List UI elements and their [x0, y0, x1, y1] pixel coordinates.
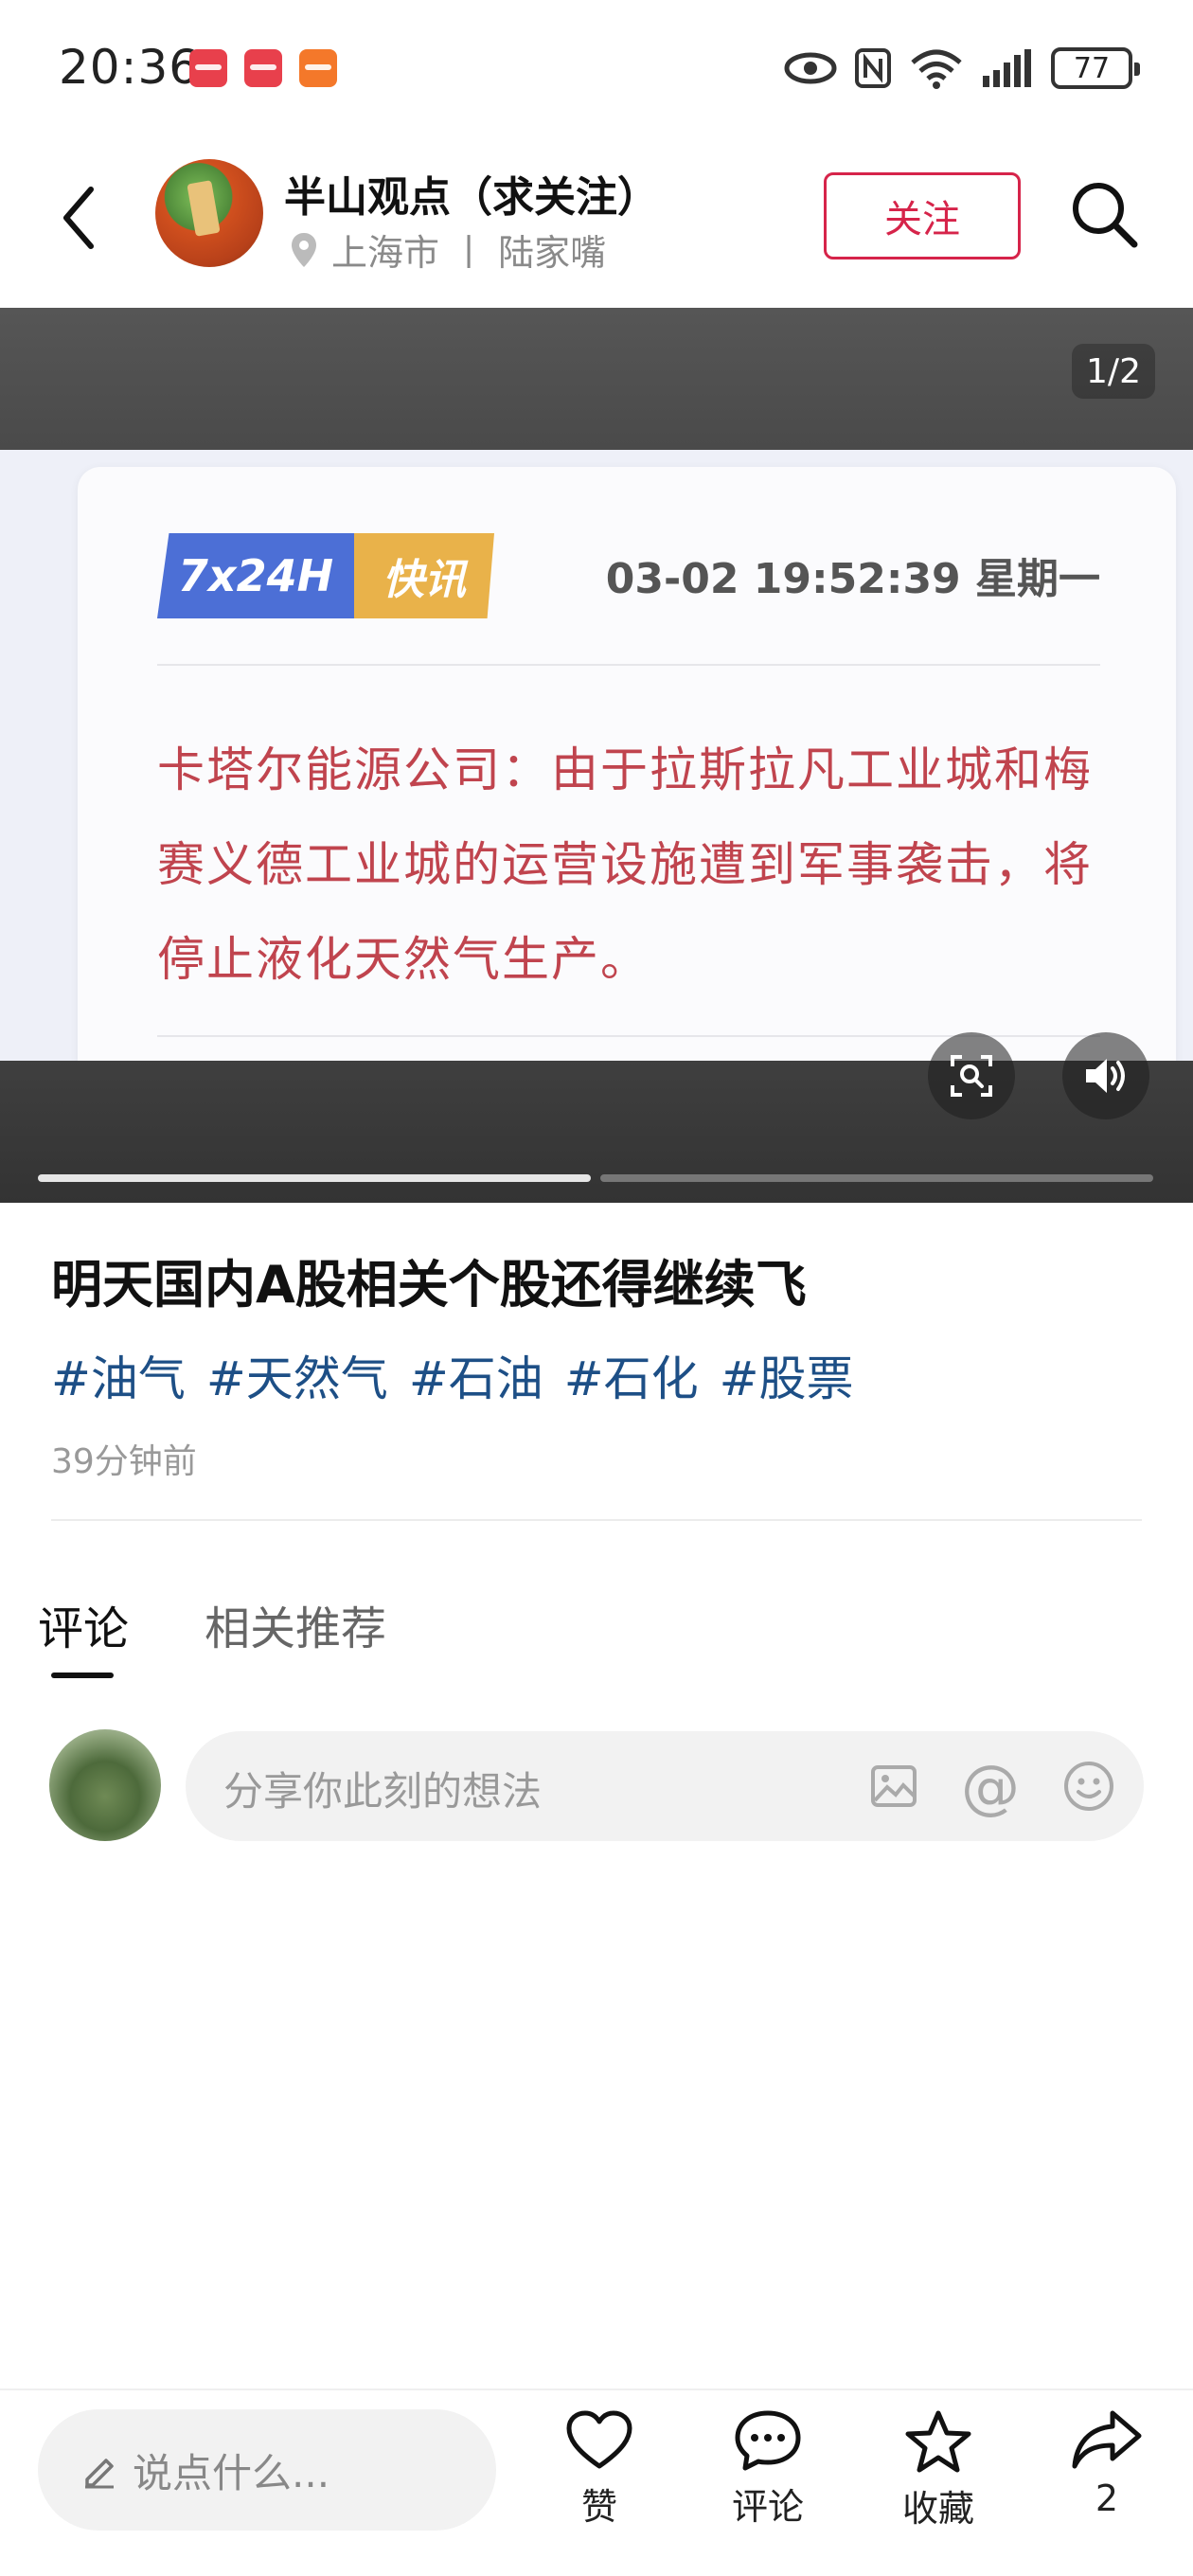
- hashtag-link[interactable]: #油气: [51, 1341, 186, 1409]
- emoji-icon[interactable]: [1059, 1756, 1119, 1816]
- share-icon: [1072, 2410, 1142, 2469]
- content-tabs: 评论 相关推荐: [38, 1591, 386, 1657]
- active-tab-indicator: [51, 1673, 114, 1678]
- section-divider: [51, 1519, 1142, 1521]
- status-bar: 20:36 77: [0, 0, 1193, 133]
- back-arrow-icon[interactable]: [53, 180, 110, 256]
- card-divider: [157, 664, 1100, 666]
- bottom-action-bar: 说点什么... 赞 评论 收藏 2: [0, 2388, 1193, 2576]
- star-icon: [905, 2410, 971, 2473]
- like-button[interactable]: 赞: [538, 2409, 661, 2530]
- author-name[interactable]: 半山观点（求关注）: [284, 163, 659, 224]
- notification-app-icon: [299, 49, 337, 87]
- post-header: 半山观点（求关注） 上海市 丨 陆家嘴 关注: [0, 142, 1193, 294]
- comment-button[interactable]: 评论: [706, 2409, 829, 2530]
- sound-toggle-button[interactable]: [1062, 1032, 1149, 1119]
- like-label: 赞: [580, 2486, 617, 2528]
- status-time: 20:36: [59, 40, 201, 95]
- hashtag-link[interactable]: #石油: [409, 1341, 543, 1409]
- comment-input[interactable]: 分享你此刻的想法 @: [186, 1731, 1144, 1841]
- share-button[interactable]: 2: [1045, 2409, 1168, 2519]
- tag-list: #油气 #天然气 #石油 #石化 #股票: [51, 1341, 854, 1409]
- nfc-icon: [855, 48, 891, 88]
- tab-comments[interactable]: 评论: [38, 1591, 129, 1657]
- news-timestamp: 03-02 19:52:39 星期一: [605, 555, 1100, 603]
- image-counter: 1/2: [1072, 344, 1155, 399]
- quick-comment-input[interactable]: 说点什么...: [38, 2409, 496, 2531]
- comment-icon: [735, 2410, 801, 2471]
- location-text: 上海市 丨 陆家嘴: [331, 232, 607, 274]
- news-body: 卡塔尔能源公司：由于拉斯拉凡工业城和梅赛义德工业城的运营设施遭到军事袭击，将停止…: [157, 742, 1093, 987]
- share-count: 2: [1095, 2478, 1119, 2519]
- battery-indicator: 77: [1051, 47, 1140, 89]
- hashtag-link[interactable]: #石化: [564, 1341, 699, 1409]
- news-image[interactable]: 7x24H 快讯 03-02 19:52:39 星期一 卡塔尔能源公司：由于拉斯…: [0, 450, 1193, 1061]
- follow-button[interactable]: 关注: [824, 172, 1021, 259]
- post-time: 39分钟前: [51, 1442, 197, 1481]
- news-card: 7x24H 快讯 03-02 19:52:39 星期一 卡塔尔能源公司：由于拉斯…: [78, 467, 1176, 1061]
- image-search-button[interactable]: [928, 1032, 1015, 1119]
- notification-app-icon: [189, 49, 227, 87]
- comment-placeholder: 分享你此刻的想法: [223, 1768, 543, 1815]
- hashtag-link[interactable]: #股票: [720, 1341, 854, 1409]
- quick-comment-placeholder: 说点什么...: [133, 2449, 330, 2496]
- post-title: 明天国内A股相关个股还得继续飞: [51, 1255, 807, 1315]
- author-location: 上海市 丨 陆家嘴: [290, 224, 606, 276]
- signal-icon: [983, 49, 1031, 87]
- at-icon[interactable]: @: [960, 1752, 1021, 1821]
- eye-icon: [784, 52, 837, 84]
- speaker-icon: [1086, 1059, 1125, 1093]
- badge-7x24h: 7x24H: [157, 533, 354, 618]
- location-pin-icon: [292, 232, 316, 267]
- slide-indicator: [600, 1174, 1153, 1182]
- media-top-bar: 1/2: [0, 308, 1193, 450]
- tab-related[interactable]: 相关推荐: [205, 1591, 386, 1657]
- notification-app-icon: [244, 49, 282, 87]
- search-icon[interactable]: [1066, 176, 1142, 252]
- author-avatar[interactable]: [155, 159, 263, 267]
- wifi-icon: [911, 49, 962, 89]
- hashtag-link[interactable]: #天然气: [206, 1341, 388, 1409]
- comment-label: 评论: [731, 2486, 804, 2528]
- image-viewer[interactable]: 1/2 7x24H 快讯 03-02 19:52:39 星期一 卡塔尔能源公司：…: [0, 308, 1193, 1203]
- favorite-button[interactable]: 收藏: [877, 2409, 1000, 2531]
- flash-news-badge: 7x24H 快讯: [157, 533, 494, 618]
- heart-icon: [566, 2410, 632, 2469]
- slide-indicator-active: [38, 1174, 591, 1182]
- system-icons: 77: [784, 42, 1140, 95]
- image-icon[interactable]: [864, 1756, 924, 1816]
- badge-flash: 快讯: [354, 533, 494, 618]
- pencil-icon: [85, 2459, 114, 2489]
- zoom-scan-icon: [951, 1055, 992, 1097]
- user-avatar: [49, 1729, 161, 1841]
- favorite-label: 收藏: [901, 2488, 974, 2530]
